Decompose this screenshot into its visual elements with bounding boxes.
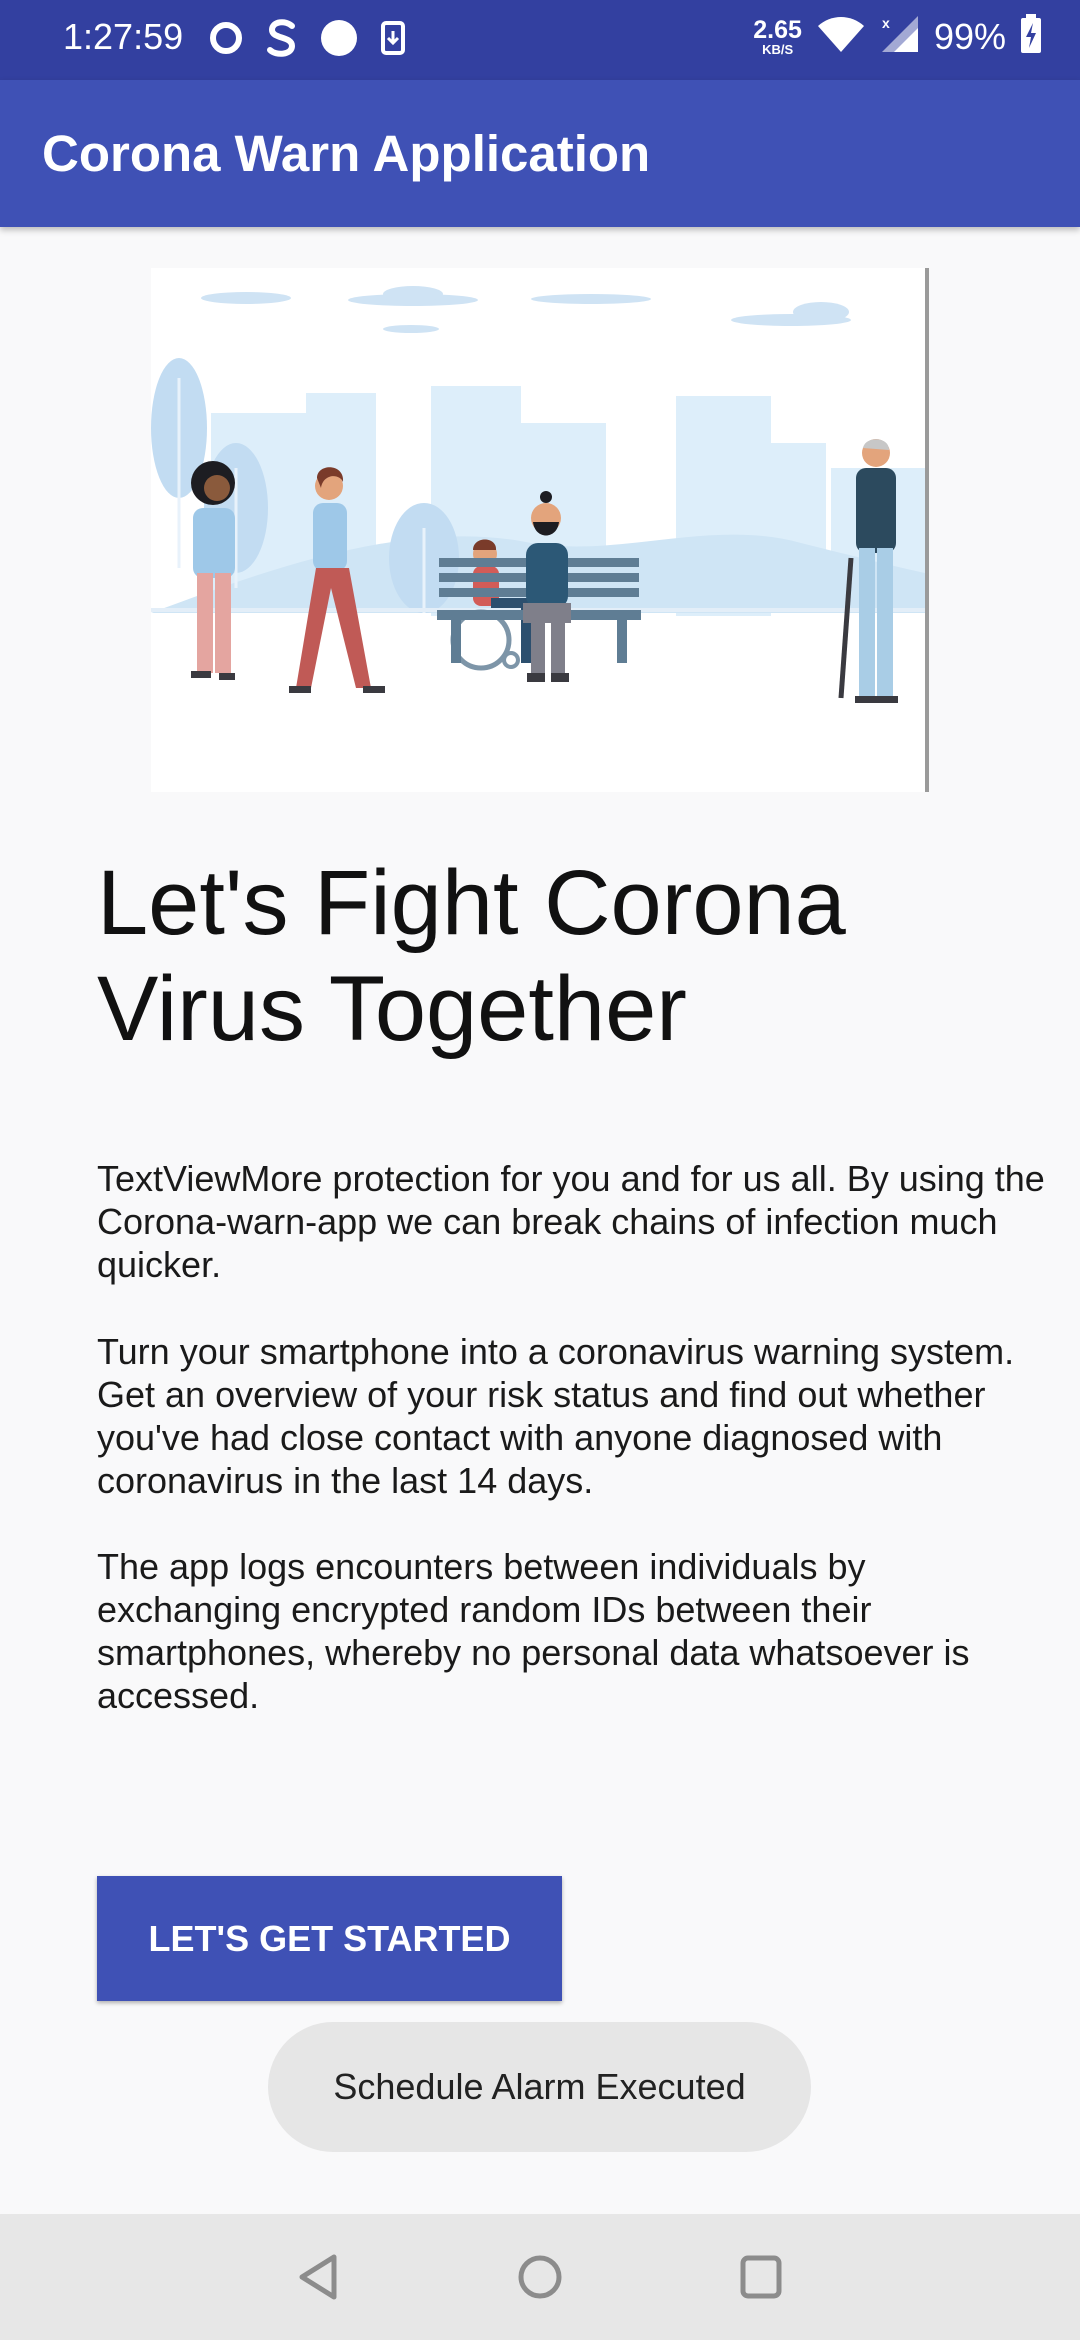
s-app-icon — [266, 18, 298, 63]
people-walking-in-park-illustration — [151, 286, 925, 703]
net-speed-value: 2.65 — [753, 15, 802, 44]
image-edge-scrollbar — [925, 268, 929, 792]
toast-message: Schedule Alarm Executed — [268, 2022, 811, 2152]
hero-illustration — [151, 268, 929, 792]
cellular-signal-icon: x — [880, 14, 920, 59]
svg-text:x: x — [882, 15, 890, 31]
app-bar: Corona Warn Application — [0, 80, 1080, 227]
battery-charging-icon — [1020, 14, 1042, 59]
net-speed-unit: KB/S — [762, 41, 794, 57]
recents-icon[interactable] — [738, 2252, 784, 2307]
notification-icons — [208, 18, 406, 63]
status-time: 1:27:59 — [63, 16, 184, 57]
home-icon[interactable] — [516, 2252, 564, 2307]
wifi-icon — [816, 14, 866, 59]
battery-percent: 99% — [933, 15, 1006, 57]
navigation-bar — [0, 2214, 1080, 2340]
intro-paragraph-1: TextViewMore protection for you and for … — [97, 1158, 1045, 1285]
status-right: 2.65 KB/S x 99% — [753, 14, 1042, 59]
intro-paragraph-3: The app logs encounters between individu… — [97, 1546, 970, 1716]
dot-icon — [320, 19, 358, 62]
intro-paragraph-2: Turn your smartphone into a coronavirus … — [97, 1331, 1015, 1501]
app-title: Corona Warn Application — [42, 125, 651, 182]
sync-circle-icon — [208, 20, 244, 61]
get-started-button[interactable]: LET'S GET STARTED — [97, 1876, 562, 2001]
page-headline: Let's Fight Corona Virus Together — [97, 852, 846, 1060]
status-bar: 1:27:59 2.65 KB/S x 99% — [0, 0, 1080, 80]
download-icon — [380, 20, 406, 61]
back-icon[interactable] — [296, 2252, 340, 2307]
network-speed: 2.65 KB/S — [753, 15, 802, 57]
